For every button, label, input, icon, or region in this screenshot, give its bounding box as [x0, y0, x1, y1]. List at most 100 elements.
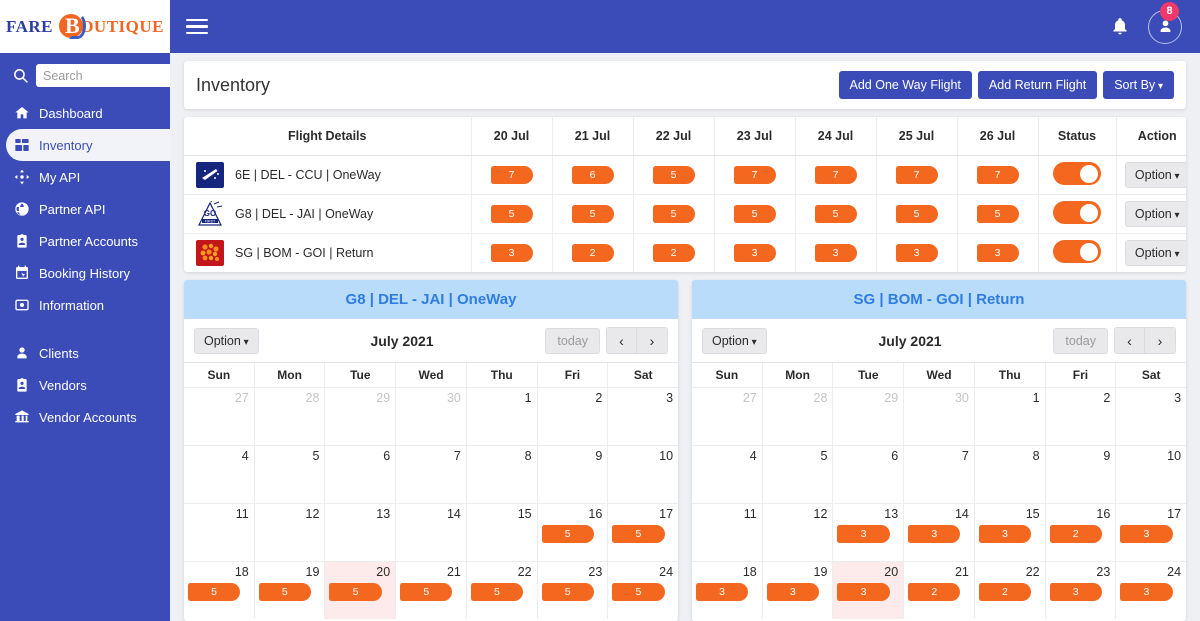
option-button[interactable]: Option — [1124, 240, 1186, 266]
availability-cell[interactable]: 5 — [957, 194, 1039, 234]
calendar-day-cell[interactable]: 21 5 — [396, 562, 467, 619]
availability-cell[interactable]: 3 — [876, 233, 958, 272]
status-toggle[interactable] — [1053, 162, 1101, 185]
add-return-flight-button[interactable]: Add Return Flight — [977, 71, 1098, 99]
status-toggle[interactable] — [1053, 240, 1101, 263]
availability-cell[interactable]: 3 — [795, 233, 877, 272]
calendar-day-cell[interactable]: 20 3 — [833, 562, 905, 619]
sidebar-item-inventory[interactable]: Inventory — [6, 129, 170, 161]
calendar-day-cell[interactable]: 13 3 — [833, 504, 905, 561]
availability-cell[interactable]: 2 — [633, 233, 715, 272]
calendar-day-cell[interactable]: 23 5 — [538, 562, 609, 619]
availability-cell[interactable]: 5 — [795, 194, 877, 234]
calendar-prev-button[interactable]: ‹ — [1115, 328, 1145, 353]
calendar-day-cell[interactable]: 11 — [184, 504, 255, 561]
calendar-day-cell[interactable]: 27 — [692, 388, 763, 445]
calendar-event-chip[interactable]: 3 — [978, 525, 1032, 543]
calendar-event-chip[interactable]: 5 — [612, 583, 665, 601]
calendar-day-cell[interactable]: 14 3 — [904, 504, 975, 561]
sidebar-item-clients[interactable]: Clients — [0, 337, 170, 369]
sidebar-item-dashboard[interactable]: Dashboard — [0, 97, 170, 129]
availability-cell[interactable]: 5 — [714, 194, 796, 234]
calendar-event-chip[interactable]: 3 — [696, 583, 749, 601]
sidebar-item-booking-history[interactable]: Booking History — [0, 257, 170, 289]
calendar-day-cell[interactable]: 4 — [184, 446, 255, 503]
calendar-day-cell[interactable]: 30 — [396, 388, 467, 445]
availability-cell[interactable]: 5 — [471, 194, 553, 234]
calendar-day-cell[interactable]: 29 — [325, 388, 397, 445]
calendar-day-cell[interactable]: 19 3 — [763, 562, 834, 619]
calendar-day-cell[interactable]: 9 — [538, 446, 609, 503]
availability-cell[interactable]: 7 — [876, 155, 958, 195]
calendar-event-chip[interactable]: 5 — [541, 583, 594, 601]
calendar-day-cell[interactable]: 22 5 — [467, 562, 538, 619]
availability-cell[interactable]: 7 — [795, 155, 877, 195]
calendar-day-cell[interactable]: 4 — [692, 446, 763, 503]
calendar-event-chip[interactable]: 3 — [1120, 525, 1173, 543]
calendar-event-chip[interactable]: 5 — [188, 583, 241, 601]
calendar-day-cell[interactable]: 15 — [467, 504, 538, 561]
calendar-day-cell[interactable]: 18 5 — [184, 562, 255, 619]
calendar-day-cell[interactable]: 8 — [467, 446, 538, 503]
calendar-event-chip[interactable]: 5 — [258, 583, 311, 601]
brand-logo[interactable]: FARE B BOUTIQUE — [0, 0, 170, 53]
calendar-day-cell[interactable]: 27 — [184, 388, 255, 445]
calendar-day-cell[interactable]: 17 5 — [608, 504, 678, 561]
sidebar-item-vendors[interactable]: Vendors — [0, 369, 170, 401]
sidebar-item-my-api[interactable]: My API — [0, 161, 170, 193]
sidebar-item-information[interactable]: Information — [0, 289, 170, 321]
calendar-event-chip[interactable]: 2 — [1049, 525, 1102, 543]
calendar-event-chip[interactable]: 3 — [1049, 583, 1102, 601]
calendar-day-cell[interactable]: 2 — [538, 388, 609, 445]
calendar-day-cell[interactable]: 10 — [608, 446, 678, 503]
calendar-event-chip[interactable]: 5 — [541, 525, 594, 543]
calendar-day-cell[interactable]: 6 — [833, 446, 905, 503]
availability-cell[interactable]: 5 — [633, 194, 715, 234]
calendar-event-chip[interactable]: 2 — [978, 583, 1032, 601]
calendar-day-cell[interactable]: 1 — [467, 388, 538, 445]
sort-by-button[interactable]: Sort By — [1103, 71, 1174, 99]
hamburger-icon[interactable] — [186, 18, 208, 35]
calendar-event-chip[interactable]: 2 — [908, 583, 961, 601]
calendar-event-chip[interactable]: 3 — [766, 583, 819, 601]
calendar-day-cell[interactable]: 14 — [396, 504, 467, 561]
bell-icon[interactable] — [1110, 16, 1130, 38]
calendar-day-cell[interactable]: 1 — [975, 388, 1046, 445]
availability-cell[interactable]: 5 — [552, 194, 634, 234]
calendar-day-cell[interactable]: 16 2 — [1046, 504, 1117, 561]
availability-cell[interactable]: 5 — [876, 194, 958, 234]
calendar-day-cell[interactable]: 28 — [763, 388, 834, 445]
availability-cell[interactable]: 7 — [957, 155, 1039, 195]
calendar-option-button[interactable]: Option — [194, 327, 259, 354]
availability-cell[interactable]: 3 — [957, 233, 1039, 272]
calendar-day-cell[interactable]: 5 — [763, 446, 834, 503]
status-toggle[interactable] — [1053, 201, 1101, 224]
calendar-day-cell[interactable]: 5 — [255, 446, 326, 503]
calendar-day-cell[interactable]: 7 — [396, 446, 467, 503]
calendar-event-chip[interactable]: 5 — [612, 525, 665, 543]
sidebar-item-vendor-accounts[interactable]: Vendor Accounts — [0, 401, 170, 433]
calendar-prev-button[interactable]: ‹ — [607, 328, 637, 353]
calendar-day-cell[interactable]: 22 2 — [975, 562, 1046, 619]
calendar-today-button[interactable]: today — [545, 327, 600, 354]
calendar-event-chip[interactable]: 3 — [908, 525, 961, 543]
calendar-day-cell[interactable]: 17 3 — [1116, 504, 1186, 561]
calendar-day-cell[interactable]: 12 — [763, 504, 834, 561]
option-button[interactable]: Option — [1124, 201, 1186, 227]
calendar-day-cell[interactable]: 29 — [833, 388, 905, 445]
calendar-event-chip[interactable]: 3 — [837, 583, 890, 601]
calendar-day-cell[interactable]: 30 — [904, 388, 975, 445]
add-one-way-flight-button[interactable]: Add One Way Flight — [838, 71, 972, 99]
option-button[interactable]: Option — [1124, 162, 1186, 188]
calendar-day-cell[interactable]: 21 2 — [904, 562, 975, 619]
calendar-day-cell[interactable]: 3 — [1116, 388, 1186, 445]
calendar-day-cell[interactable]: 20 5 — [325, 562, 397, 619]
calendar-day-cell[interactable]: 28 — [255, 388, 326, 445]
calendar-day-cell[interactable]: 10 — [1116, 446, 1186, 503]
calendar-event-chip[interactable]: 5 — [329, 583, 382, 601]
availability-cell[interactable]: 3 — [471, 233, 553, 272]
calendar-day-cell[interactable]: 7 — [904, 446, 975, 503]
calendar-event-chip[interactable]: 3 — [837, 525, 890, 543]
availability-cell[interactable]: 2 — [552, 233, 634, 272]
calendar-day-cell[interactable]: 19 5 — [255, 562, 326, 619]
